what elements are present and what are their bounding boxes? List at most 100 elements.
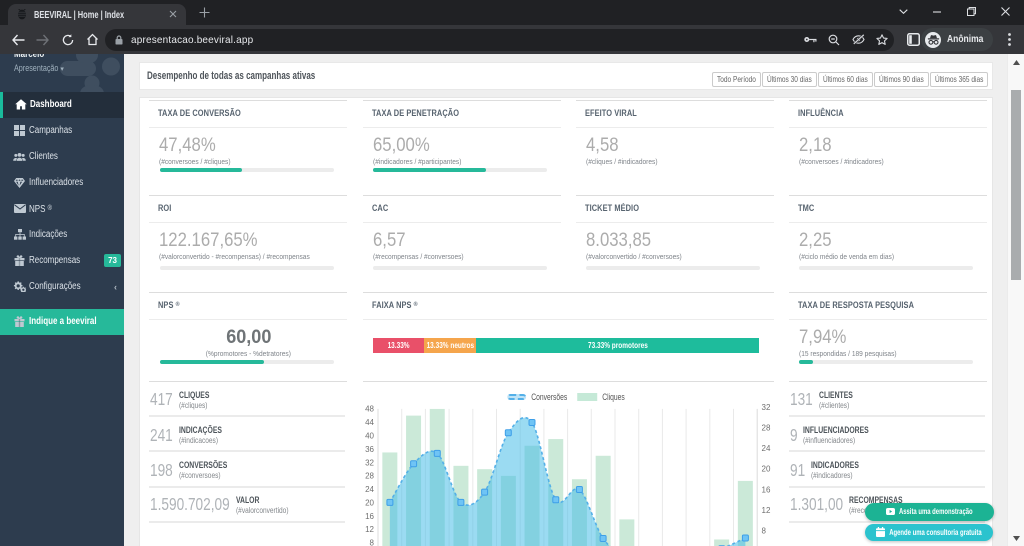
stat-value: 91 xyxy=(789,459,806,480)
sidebar-item-label: Indicações xyxy=(29,229,68,240)
metric-title: TAXA DE CONVERSÃO xyxy=(158,108,242,119)
sidebar-item-dashboard[interactable]: Dashboard xyxy=(0,91,124,118)
sidebar-item-nps[interactable]: NPS ® xyxy=(0,196,124,222)
title-separator xyxy=(788,127,987,128)
sidebar-item-label: Campanhas xyxy=(29,125,73,136)
sidebar-item-indique-a-beeviral[interactable]: Indique a beeviral xyxy=(0,308,124,335)
sidebar-user-menu[interactable]: Apresentação ▾ xyxy=(14,63,64,73)
sidebar-item-influenciadores[interactable]: Influenciadores xyxy=(0,170,124,196)
title-separator xyxy=(149,319,348,320)
progress-fill xyxy=(159,168,243,172)
badge-count: 73 xyxy=(104,253,121,267)
sidebar-item-label: Dashboard xyxy=(30,99,72,110)
tab-search-chevron-icon[interactable] xyxy=(886,0,920,24)
stat-row-valor: 1.590.702,09 VALOR (#valorconvertido) xyxy=(150,490,288,520)
window-close-button[interactable] xyxy=(988,0,1022,24)
filter-button-4[interactable]: Últimos 365 dias xyxy=(929,72,988,87)
sidebar-user-name: Marcelo xyxy=(14,54,45,60)
metric-caption: (#valorconvertido - #recompensas) / #rec… xyxy=(159,252,311,261)
svg-text:40: 40 xyxy=(365,431,374,440)
stat-separator xyxy=(149,485,346,488)
window-minimize-button[interactable] xyxy=(920,0,954,24)
tile-taxa-de-convers-o: TAXA DE CONVERSÃO 47,48% (#conversoes / #c… xyxy=(149,100,348,190)
gears-icon xyxy=(13,280,26,293)
sidebar-item-clientes[interactable]: Clientes xyxy=(0,144,124,170)
bookmark-star-icon[interactable] xyxy=(876,33,888,46)
metric-value: 4,58 xyxy=(585,135,619,156)
page-scrollbar[interactable] xyxy=(1007,54,1024,546)
browser-tab[interactable]: BEEVIRAL | Home | Index xyxy=(8,4,186,25)
title-separator xyxy=(362,127,561,128)
sidebar-item-recompensas[interactable]: Recompensas 73 xyxy=(0,248,124,274)
performance-chart: 04812162024283236404448048121620242832 xyxy=(365,403,770,546)
back-button[interactable] xyxy=(6,25,30,54)
sidebar-item-label: Influenciadores xyxy=(29,177,84,188)
point-conversoes-0 xyxy=(385,498,393,506)
stat-label: CLIQUES xyxy=(179,389,210,401)
filter-button-0[interactable]: Todo Período xyxy=(712,72,762,87)
profile-name-label: Anônima xyxy=(947,34,984,45)
sidebar-item-label: NPS ® xyxy=(29,202,52,215)
home-button[interactable] xyxy=(80,25,104,54)
registered-mark: ® xyxy=(47,202,52,212)
stat-value: 241 xyxy=(150,424,174,445)
metric-value: 47,48% xyxy=(159,135,217,156)
progress-track xyxy=(159,168,334,172)
scrollbar-thumb[interactable] xyxy=(1011,90,1021,280)
tab-close-icon[interactable] xyxy=(166,8,180,22)
metric-caption: (#valorconvertido / #conversoes) xyxy=(585,252,682,261)
filter-button-2[interactable]: Últimos 60 dias xyxy=(818,72,873,87)
new-tab-button[interactable] xyxy=(197,7,212,22)
sidebar-item-configuracoes[interactable]: Configurações ‹ xyxy=(0,274,124,300)
stat-caption: (#valorconvertido) xyxy=(236,505,289,515)
incognito-avatar-icon xyxy=(925,31,941,48)
progress-track xyxy=(373,168,547,172)
caret-down-icon: ▾ xyxy=(60,66,64,73)
svg-text:20: 20 xyxy=(365,498,374,507)
point-conversoes-5 xyxy=(504,429,512,437)
svg-text:28: 28 xyxy=(365,472,374,481)
scrollbar-up-icon[interactable] xyxy=(1008,54,1024,70)
svg-text:12: 12 xyxy=(761,506,770,515)
metric-caption: (#ciclo médio de venda em dias) xyxy=(798,252,894,261)
nps-stacked-bar: 13.33% 13.33% neutros 73.33% promotores xyxy=(373,337,759,353)
metric-title: TAXA DE PENETRAÇÃO xyxy=(371,108,459,119)
fab-label: Assita uma demonstração xyxy=(899,507,973,517)
scrollbar-down-icon[interactable] xyxy=(1008,530,1024,546)
eye-off-icon[interactable] xyxy=(851,34,865,45)
profile-chip[interactable]: Anônima xyxy=(921,28,994,51)
metric-value: 8.033,85 xyxy=(585,230,651,251)
tile-taxa-de-penetra-o: TAXA DE PENETRAÇÃO 65,00% (#indicadores / … xyxy=(362,100,561,190)
fab-demo-button[interactable]: Assita uma demonstração xyxy=(865,503,994,521)
page-header-panel: Desempenho de todas as campanhas ativas … xyxy=(139,62,993,90)
reload-button[interactable] xyxy=(56,25,80,54)
favicon-bee-icon xyxy=(17,9,27,20)
sidebar: Marcelo Apresentação ▾ Dashboard Campanhas… xyxy=(0,54,124,546)
metric-value: 7,94% xyxy=(798,327,847,348)
forward-button[interactable] xyxy=(31,25,55,54)
tile-tmc: TMC 2,25 (#ciclo médio de venda em dias) xyxy=(788,195,987,285)
stat-labels: INDICADORES (#indicadores) xyxy=(811,460,859,480)
filter-button-1[interactable]: Últimos 30 dias xyxy=(762,72,818,87)
sidebar-item-indicacoes[interactable]: Indicações xyxy=(0,222,124,248)
fab-consultoria-button[interactable]: Agende uma consultoria gratuita xyxy=(865,523,993,541)
stat-caption: (#indicacoes) xyxy=(179,436,219,446)
sidebar-item-campanhas[interactable]: Campanhas xyxy=(0,118,124,144)
browser-menu-icon[interactable] xyxy=(997,25,1021,54)
stat-row-indicações: 241 INDICAÇÕES (#indicacoes) xyxy=(150,420,222,450)
filter-button-3[interactable]: Últimos 90 dias xyxy=(873,72,929,87)
lock-icon xyxy=(115,34,123,45)
window-restore-button[interactable] xyxy=(954,0,988,24)
url-text: apresentacao.beeviral.app xyxy=(131,33,254,46)
zoom-out-icon[interactable] xyxy=(828,34,840,46)
page-action-icons xyxy=(803,33,889,46)
metric-value: 122.167,65% xyxy=(159,230,258,251)
svg-text:48: 48 xyxy=(365,405,374,414)
address-bar[interactable]: apresentacao.beeviral.app xyxy=(105,28,894,51)
svg-text:16: 16 xyxy=(365,512,374,521)
stat-value: 1.301,00 xyxy=(789,494,844,515)
metric-caption: (#cliques / #indicadores) xyxy=(585,157,658,166)
metric-title: EFEITO VIRAL xyxy=(584,108,637,119)
nps-segment-1: 13.33% neutros xyxy=(424,337,476,353)
password-key-icon[interactable] xyxy=(803,36,817,43)
